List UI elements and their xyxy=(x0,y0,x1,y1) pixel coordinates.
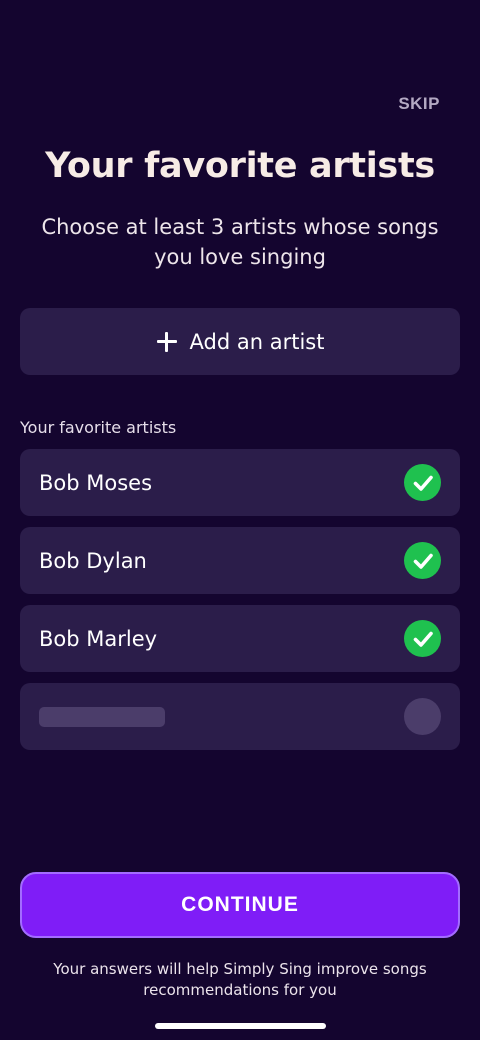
home-indicator xyxy=(155,1023,326,1029)
page-title: Your favorite artists xyxy=(45,146,435,186)
onboarding-screen: SKIP Your favorite artists Choose at lea… xyxy=(0,0,480,1040)
artist-item[interactable]: Bob Marley xyxy=(20,605,460,672)
favorite-artists-list: Bob Moses Bob Dylan Bob Marley xyxy=(20,449,460,761)
check-icon xyxy=(404,542,441,579)
page-subtitle: Choose at least 3 artists whose songs yo… xyxy=(41,215,439,269)
artist-name: Bob Moses xyxy=(39,470,153,495)
check-icon xyxy=(404,620,441,657)
add-artist-label: Add an artist xyxy=(189,329,325,354)
artist-name: Bob Marley xyxy=(39,626,158,651)
artist-name: Bob Dylan xyxy=(39,548,147,573)
artist-item[interactable]: Bob Dylan xyxy=(20,527,460,594)
favorite-artists-heading: Your favorite artists xyxy=(20,418,177,437)
artist-placeholder-item xyxy=(20,683,460,750)
plus-icon xyxy=(156,331,178,353)
continue-button[interactable]: CONTINUE xyxy=(20,872,460,938)
add-artist-button[interactable]: Add an artist xyxy=(20,308,460,375)
placeholder-name-bar xyxy=(39,706,165,727)
placeholder-check-circle xyxy=(404,698,441,735)
artist-item[interactable]: Bob Moses xyxy=(20,449,460,516)
skip-button[interactable]: SKIP xyxy=(398,94,440,114)
check-icon xyxy=(404,464,441,501)
continue-label: CONTINUE xyxy=(181,893,299,916)
footer-note: Your answers will help Simply Sing impro… xyxy=(53,960,427,999)
